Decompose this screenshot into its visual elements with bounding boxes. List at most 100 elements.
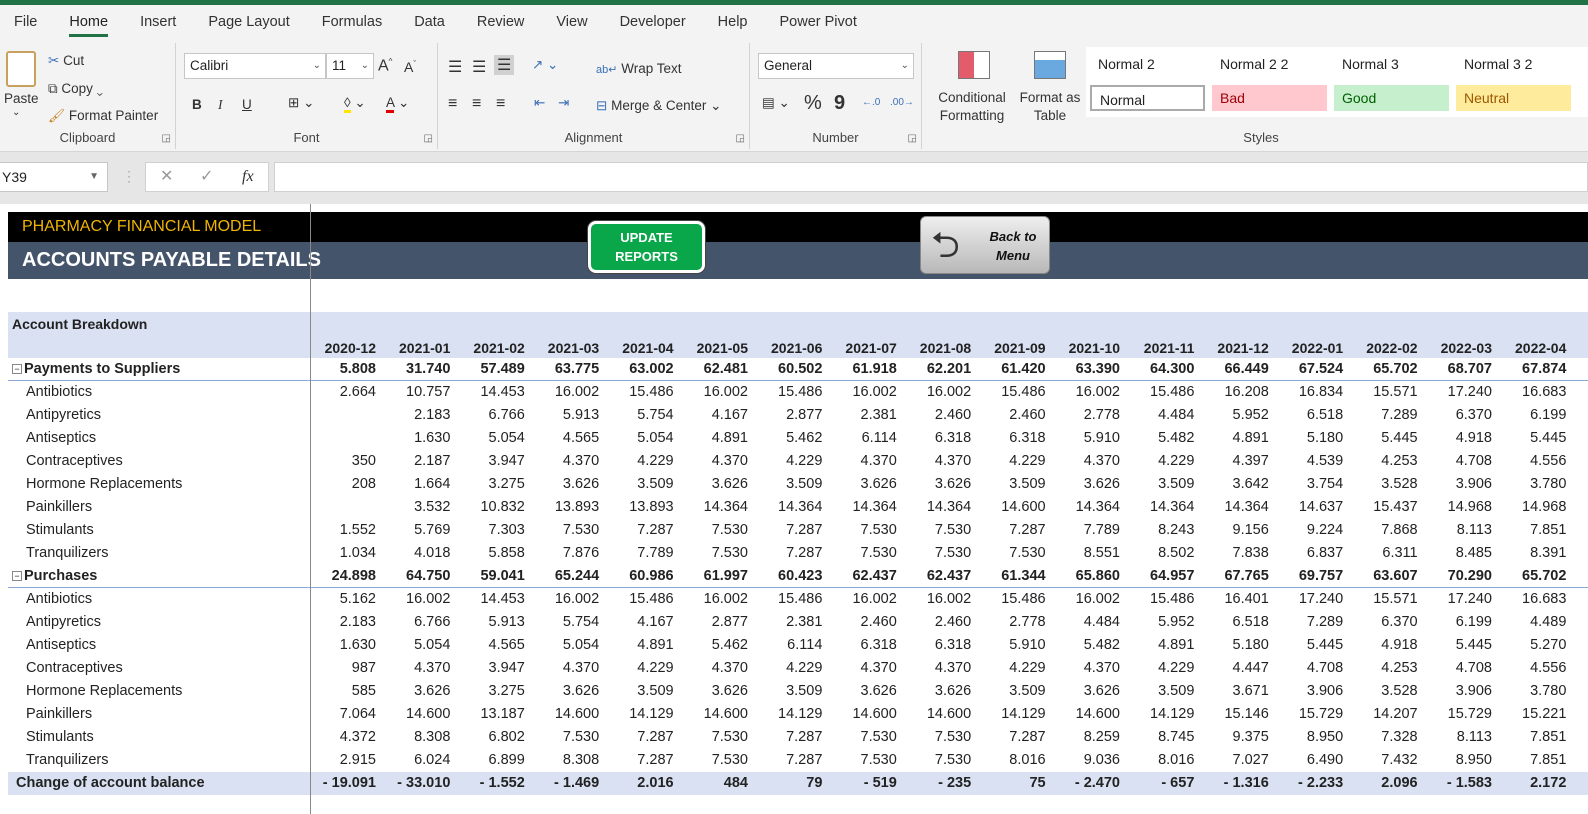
cell-value[interactable]: 1.630: [310, 634, 384, 657]
cell-value[interactable]: 61.420: [980, 358, 1054, 381]
cell-value[interactable]: 65.860: [1054, 565, 1128, 588]
cell-value[interactable]: 7.064: [310, 703, 384, 726]
paste-dropdown-icon[interactable]: ⌄: [12, 107, 20, 118]
row-label[interactable]: − Purchases: [12, 565, 97, 588]
cell-value[interactable]: - 33.010: [384, 772, 458, 795]
cell-value[interactable]: 7.530: [905, 749, 979, 772]
cell-value[interactable]: 9.036: [1054, 749, 1128, 772]
decrease-indent-button[interactable]: ⇤: [534, 95, 545, 111]
cell-value[interactable]: 7.027: [1203, 749, 1277, 772]
dialog-launcher-icon[interactable]: ◲: [424, 133, 433, 144]
cell-value[interactable]: 7.432: [1352, 749, 1426, 772]
font-name-select[interactable]: Calibri ⌄: [184, 53, 326, 79]
cell-value[interactable]: 8.551: [1054, 542, 1128, 565]
cell-value[interactable]: 350: [310, 450, 384, 473]
cell-value[interactable]: 14.207: [1352, 703, 1426, 726]
cell-value[interactable]: 4.167: [682, 404, 756, 427]
cell-value[interactable]: 2.877: [756, 404, 830, 427]
cell-value[interactable]: 15.146: [1203, 703, 1277, 726]
cell-value[interactable]: 2.778: [980, 611, 1054, 634]
cell-value[interactable]: 6.766: [384, 611, 458, 634]
fill-color-button[interactable]: ◊ ⌄: [344, 95, 366, 113]
cell-value[interactable]: 79: [756, 772, 830, 795]
cell-value[interactable]: 7.287: [608, 726, 682, 749]
back-to-menu-button[interactable]: ⮌ Back to Menu: [920, 216, 1050, 274]
cell-value[interactable]: 4.253: [1352, 657, 1426, 680]
cell-value[interactable]: 7.287: [980, 519, 1054, 542]
cell-value[interactable]: 7.530: [831, 519, 905, 542]
cell-value[interactable]: 5.482: [1128, 427, 1202, 450]
cell-value[interactable]: 6.318: [905, 634, 979, 657]
cell-value[interactable]: 14.600: [384, 703, 458, 726]
cell-value[interactable]: 2.460: [905, 611, 979, 634]
cell-value[interactable]: 5.462: [682, 634, 756, 657]
tab-formulas[interactable]: Formulas: [308, 5, 396, 39]
cell-value[interactable]: 3.947: [459, 657, 533, 680]
cell-value[interactable]: 4.167: [608, 611, 682, 634]
cell-value[interactable]: 15.437: [1352, 496, 1426, 519]
cell-value[interactable]: 4.708: [1277, 657, 1351, 680]
cell-value[interactable]: 3.528: [1352, 473, 1426, 496]
cell-value[interactable]: 14.968: [1500, 496, 1574, 519]
cell-value[interactable]: 2.460: [980, 404, 1054, 427]
cell-value[interactable]: 7.328: [1352, 726, 1426, 749]
cell-value[interactable]: 5.054: [533, 634, 607, 657]
cell-value[interactable]: 3.509: [1128, 680, 1202, 703]
cell-value[interactable]: 7.851: [1500, 726, 1574, 749]
format-painter-button[interactable]: 🖌 Format Painter: [48, 108, 158, 124]
cell-value[interactable]: 5.952: [1128, 611, 1202, 634]
paste-button[interactable]: Paste: [4, 91, 39, 106]
cell-value[interactable]: 8.950: [1277, 726, 1351, 749]
cell-value[interactable]: 4.370: [831, 450, 905, 473]
cell-value[interactable]: 2.778: [1054, 404, 1128, 427]
align-center-button[interactable]: ≡: [472, 95, 481, 113]
tab-power-pivot[interactable]: Power Pivot: [765, 5, 870, 39]
cell-value[interactable]: 8.259: [1054, 726, 1128, 749]
cell-value[interactable]: 16.834: [1277, 381, 1351, 404]
cell-value[interactable]: 7.876: [533, 542, 607, 565]
cell-value[interactable]: 17.240: [1277, 588, 1351, 611]
cell-value[interactable]: 7.530: [831, 749, 905, 772]
cell-value[interactable]: 4.708: [1426, 450, 1500, 473]
cell-value[interactable]: 65.702: [1500, 565, 1574, 588]
tab-insert[interactable]: Insert: [126, 5, 190, 39]
cell-value[interactable]: 14.600: [682, 703, 756, 726]
cell-style-normal-2[interactable]: Normal 2: [1090, 51, 1205, 77]
cell-value[interactable]: 14.129: [756, 703, 830, 726]
cell-value[interactable]: 68.707: [1426, 358, 1500, 381]
middle-align-button[interactable]: ☰: [472, 57, 486, 77]
cell-value[interactable]: 3.626: [533, 473, 607, 496]
cell-value[interactable]: 4.370: [533, 450, 607, 473]
cell-value[interactable]: 5.445: [1426, 634, 1500, 657]
cell-value[interactable]: 3.509: [1128, 473, 1202, 496]
cell-value[interactable]: 4.556: [1500, 450, 1574, 473]
align-left-button[interactable]: ≡: [448, 95, 457, 113]
cell-value[interactable]: 14.600: [905, 703, 979, 726]
cell-value[interactable]: 208: [310, 473, 384, 496]
cell-value[interactable]: 2.187: [384, 450, 458, 473]
cell-value[interactable]: 15.221: [1500, 703, 1574, 726]
cell-value[interactable]: 3.275: [459, 680, 533, 703]
cell-value[interactable]: 4.229: [756, 450, 830, 473]
cell-value[interactable]: 6.766: [459, 404, 533, 427]
cell-value[interactable]: 8.308: [533, 749, 607, 772]
underline-button[interactable]: U: [242, 97, 252, 112]
tab-help[interactable]: Help: [704, 5, 762, 39]
cell-value[interactable]: 7.303: [459, 519, 533, 542]
cell-value[interactable]: 7.530: [905, 519, 979, 542]
cell-value[interactable]: 7.530: [682, 542, 756, 565]
cell-value[interactable]: 4.397: [1203, 450, 1277, 473]
cell-value[interactable]: 2.172: [1500, 772, 1574, 795]
cell-value[interactable]: - 1.583: [1426, 772, 1500, 795]
cell-value[interactable]: 62.481: [682, 358, 756, 381]
cell-value[interactable]: 7.530: [831, 726, 905, 749]
cell-value[interactable]: 6.318: [905, 427, 979, 450]
grow-font-button[interactable]: A^: [378, 57, 392, 75]
cell-value[interactable]: 987: [310, 657, 384, 680]
decrease-decimal-button[interactable]: .00→: [890, 97, 914, 108]
cell-style-good[interactable]: Good: [1334, 85, 1449, 111]
cell-value[interactable]: 16.002: [1054, 381, 1128, 404]
cell-value[interactable]: 4.229: [980, 450, 1054, 473]
collapse-icon[interactable]: −: [12, 364, 22, 374]
cell-value[interactable]: 3.528: [1352, 680, 1426, 703]
